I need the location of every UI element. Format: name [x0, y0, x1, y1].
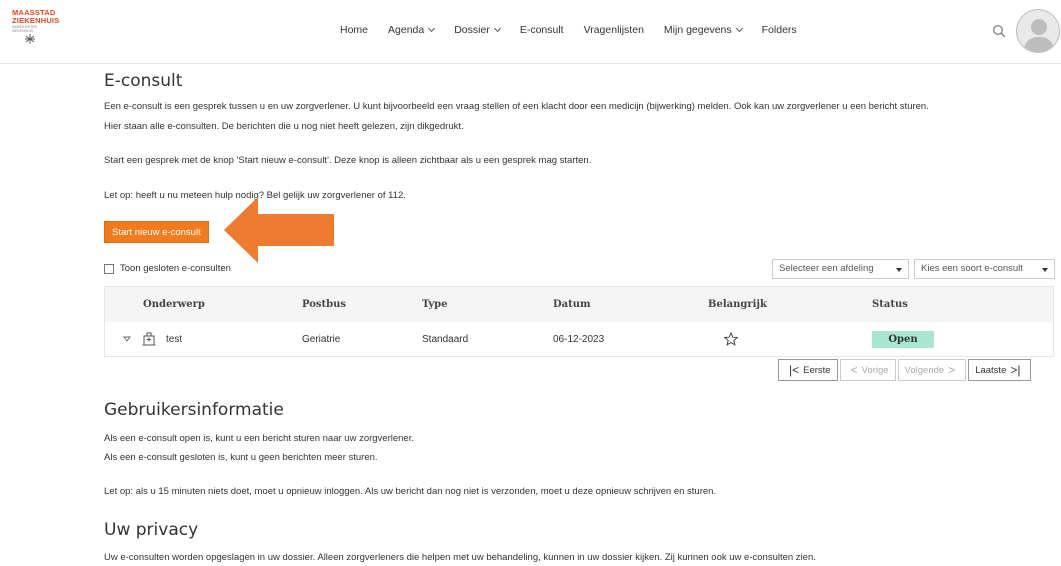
top-header: MAASSTAD ZIEKENHUIS SAMEN BETER ZIEKENHU…	[0, 0, 1061, 64]
first-page-button[interactable]: |< Eerste	[778, 359, 838, 381]
column-header-mailbox[interactable]: Postbus	[302, 287, 346, 322]
row-type: Standaard	[422, 333, 469, 345]
row-mailbox: Geriatrie	[302, 333, 341, 345]
timeout-warning-text: Let op: als u 15 minuten niets doet, moe…	[104, 486, 717, 497]
table-row[interactable]: test Geriatrie Standaard 06-12-2023 Open	[105, 322, 1053, 356]
last-page-label: Laatste	[975, 364, 1007, 376]
status-badge: Open	[872, 330, 934, 348]
pagination: |< Eerste < Vorige Volgende > Laatste >|	[776, 359, 1032, 381]
first-page-icon: |<	[789, 363, 800, 377]
privacy-title: Uw privacy	[104, 520, 199, 540]
nav-dossier[interactable]: Dossier	[454, 24, 501, 36]
next-page-label: Volgende	[904, 364, 945, 376]
intro-text-1: Een e-consult is een gesprek tussen u en…	[104, 101, 929, 112]
chevron-down-icon	[735, 24, 743, 33]
nav-home-label: Home	[340, 24, 369, 36]
econsult-table: Onderwerp Postbus Type Datum Belangrijk …	[104, 286, 1054, 357]
chevron-down-icon	[428, 24, 436, 33]
nav-folders[interactable]: Folders	[762, 24, 797, 36]
hospital-logo[interactable]: MAASSTAD ZIEKENHUIS SAMEN BETER ZIEKENHU…	[12, 9, 60, 44]
row-date: 06-12-2023	[553, 333, 605, 345]
logo-tagline: SAMEN BETER ZIEKENHUIS	[12, 25, 38, 33]
star-icon[interactable]	[724, 322, 738, 356]
expand-row-icon[interactable]	[123, 322, 131, 356]
nav-folders-label: Folders	[761, 24, 797, 36]
previous-page-button[interactable]: < Vorige	[839, 359, 896, 381]
intro-text-2: Hier staan alle e-consulten. De berichte…	[104, 121, 464, 132]
nav-mijn-gegevens-label: Mijn gegevens	[663, 24, 732, 36]
privacy-text: Uw e-consulten worden opgeslagen in uw d…	[104, 552, 816, 563]
search-icon[interactable]	[992, 24, 1006, 38]
row-subject: test	[166, 333, 183, 345]
chevron-down-icon	[493, 24, 501, 33]
logo-line-2: ZIEKENHUIS	[12, 15, 60, 25]
econsult-type-select-value: Kies een soort e-consult	[921, 263, 1023, 274]
annotation-arrow-icon	[224, 197, 334, 263]
caret-down-icon	[896, 268, 902, 272]
logo-mark-icon	[25, 34, 35, 44]
user-info-line-2: Als een e-consult gesloten is, kunt u ge…	[104, 452, 378, 463]
last-page-icon: >|	[1010, 363, 1021, 377]
hospital-building-icon	[142, 322, 156, 356]
department-select-value: Selecteer een afdeling	[779, 263, 874, 274]
column-header-type[interactable]: Type	[422, 287, 448, 322]
next-page-button[interactable]: Volgende >	[897, 359, 967, 381]
nav-agenda-label: Agenda	[388, 24, 425, 36]
column-header-important[interactable]: Belangrijk	[708, 287, 767, 322]
previous-page-label: Vorige	[861, 364, 889, 376]
caret-down-icon	[1042, 268, 1048, 272]
nav-agenda[interactable]: Agenda	[388, 24, 436, 36]
department-select[interactable]: Selecteer een afdeling	[772, 259, 909, 279]
econsult-type-select[interactable]: Kies een soort e-consult	[914, 259, 1055, 279]
column-header-status[interactable]: Status	[872, 287, 908, 322]
user-info-title: Gebruikersinformatie	[104, 400, 284, 420]
last-page-button[interactable]: Laatste >|	[968, 359, 1032, 381]
first-page-label: Eerste	[803, 364, 831, 376]
column-header-date[interactable]: Datum	[553, 287, 591, 322]
page-title: E-consult	[104, 71, 183, 91]
nav-econsult-label: E-consult	[519, 24, 564, 36]
chevron-right-icon: >	[948, 363, 956, 377]
nav-mijn-gegevens[interactable]: Mijn gegevens	[663, 24, 743, 36]
table-header: Onderwerp Postbus Type Datum Belangrijk …	[105, 287, 1053, 322]
nav-dossier-label: Dossier	[454, 24, 490, 36]
status-cell: Open	[872, 322, 934, 356]
column-header-subject[interactable]: Onderwerp	[143, 287, 205, 322]
user-info-line-1: Als een e-consult open is, kunt u een be…	[104, 433, 414, 444]
main-nav: Home Agenda Dossier E-consult Vragenlijs…	[340, 24, 817, 36]
show-closed-label: Toon gesloten e-consulten	[120, 263, 231, 274]
show-closed-checkbox[interactable]	[104, 263, 114, 274]
nav-econsult[interactable]: E-consult	[520, 24, 564, 36]
show-closed-toggle[interactable]: Toon gesloten e-consulten	[104, 263, 231, 274]
start-info-text: Start een gesprek met de knop 'Start nie…	[104, 155, 592, 166]
nav-vragenlijsten-label: Vragenlijsten	[583, 24, 644, 36]
start-new-econsult-button[interactable]: Start nieuw e-consult	[104, 221, 209, 243]
user-avatar-icon[interactable]	[1016, 9, 1060, 53]
nav-vragenlijsten[interactable]: Vragenlijsten	[584, 24, 644, 36]
chevron-left-icon: <	[850, 363, 858, 377]
nav-home[interactable]: Home	[340, 24, 368, 36]
